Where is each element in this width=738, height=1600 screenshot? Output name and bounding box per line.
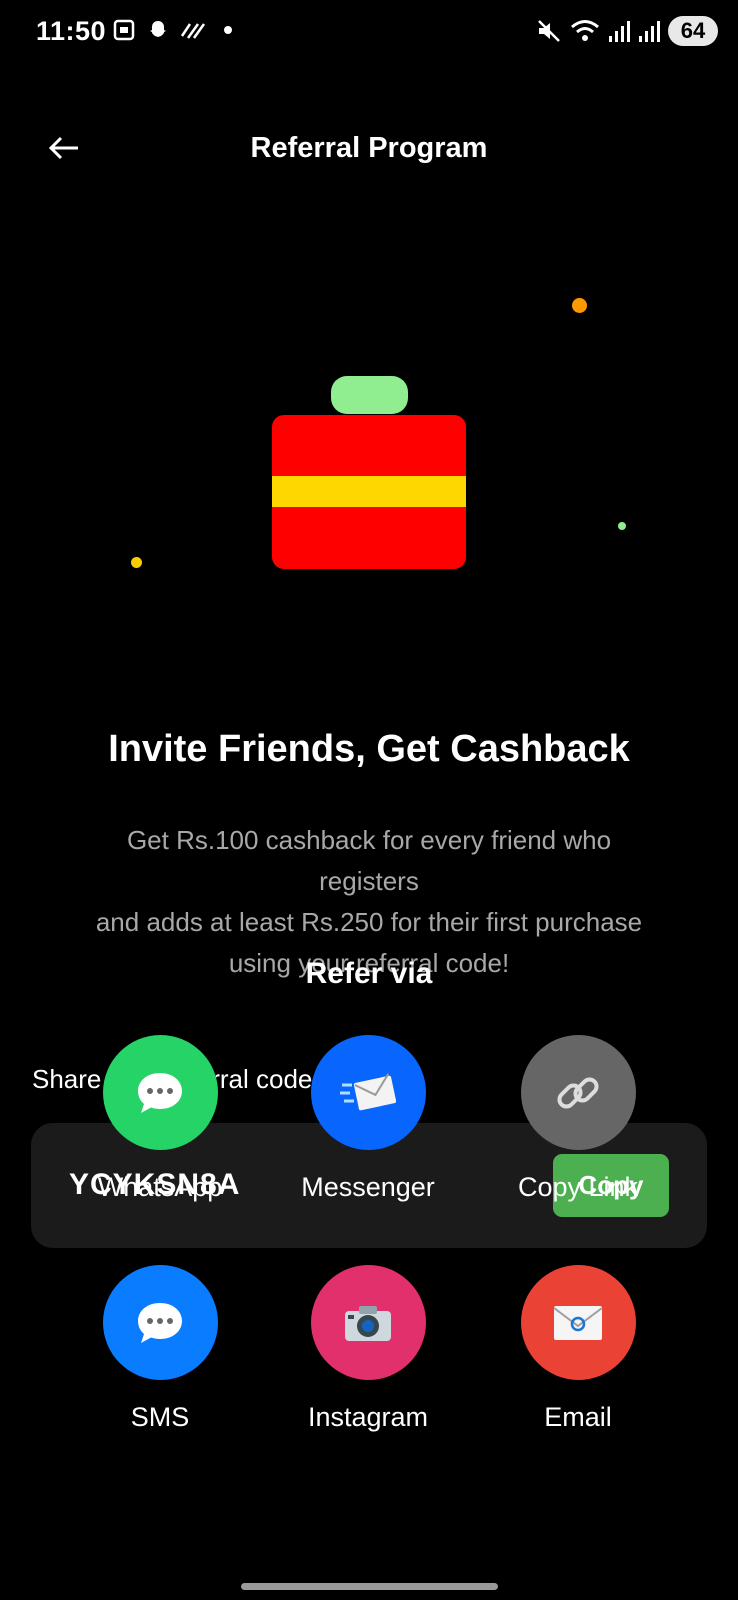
description-line: registers — [319, 866, 419, 896]
share-option-copy-link[interactable]: Copy Link — [478, 1035, 678, 1203]
share-option-label: WhatsApp — [97, 1172, 223, 1202]
share-option-label: Email — [544, 1402, 612, 1432]
battery-indicator: 64 — [668, 16, 718, 46]
incoming-envelope-icon — [310, 1035, 426, 1150]
refer-via-title: Refer via — [305, 957, 433, 990]
share-option-label: Copy Link — [517, 1172, 639, 1202]
share-option-label: Messenger — [301, 1172, 435, 1202]
notification-dot-icon — [224, 26, 232, 34]
decorative-dot — [131, 557, 142, 568]
signal-pattern-icon — [180, 23, 206, 39]
envelope-icon — [520, 1265, 636, 1380]
share-option-email[interactable]: Email — [478, 1265, 678, 1433]
page-title: Referral Program — [250, 132, 488, 164]
gift-ribbon — [272, 476, 466, 507]
screenshot-icon — [113, 19, 135, 41]
gift-box-icon — [272, 415, 466, 569]
status-icons-left — [112, 18, 232, 42]
share-option-label: Instagram — [307, 1402, 429, 1432]
share-option-sms[interactable]: SMS — [60, 1265, 260, 1433]
share-option-instagram[interactable]: Instagram — [268, 1265, 468, 1433]
camera-icon — [310, 1265, 426, 1380]
decorative-dot — [572, 298, 587, 313]
share-option-whatsapp[interactable]: WhatsApp — [60, 1035, 260, 1203]
description-line: and adds at least Rs.250 for their first… — [95, 907, 643, 937]
gift-handle — [331, 376, 408, 414]
wifi-icon — [571, 20, 599, 41]
home-indicator[interactable] — [241, 1583, 498, 1590]
whatsapp-icon — [102, 1035, 218, 1150]
share-option-messenger[interactable]: Messenger — [268, 1035, 468, 1203]
cellular-signal-icon — [639, 21, 660, 42]
decorative-dot — [618, 522, 626, 530]
status-icons-right: 64 — [536, 16, 718, 46]
share-option-label: SMS — [130, 1402, 190, 1432]
snapchat-icon — [150, 21, 166, 37]
main-heading: Invite Friends, Get Cashback — [108, 728, 630, 770]
cellular-signal-icon — [609, 21, 630, 42]
speech-bubble-icon — [102, 1265, 218, 1380]
link-icon — [520, 1035, 636, 1150]
description-line: Get Rs.100 cashback for every friend who — [126, 825, 612, 855]
status-time: 11:50 — [36, 16, 107, 46]
mute-icon — [538, 20, 560, 42]
